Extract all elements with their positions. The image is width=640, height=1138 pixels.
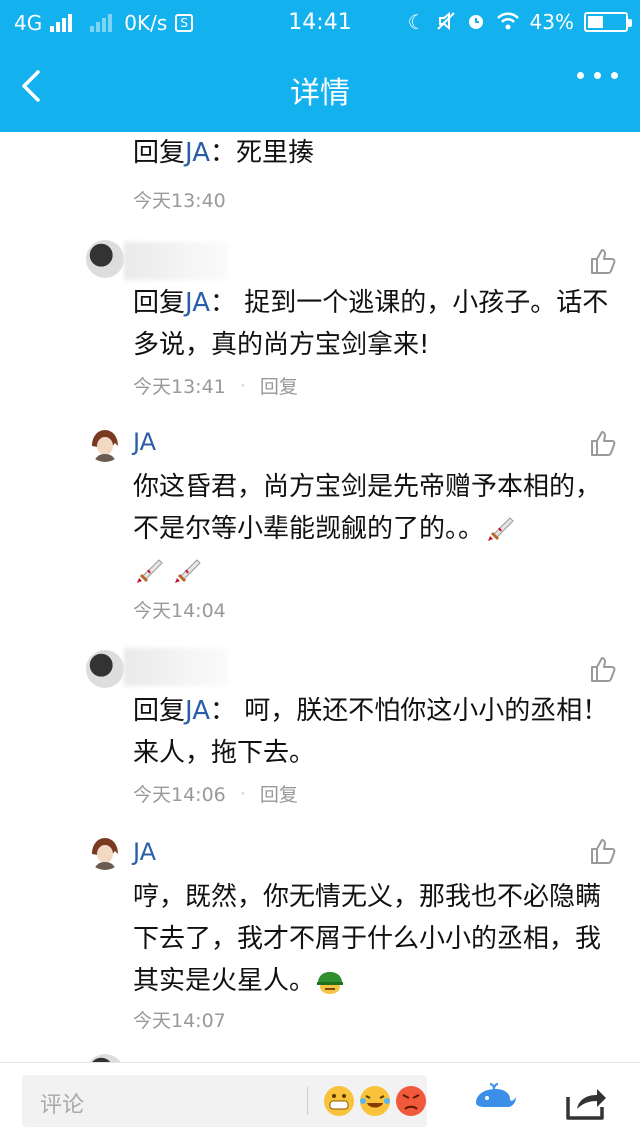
reply-prefix: 回复: [133, 696, 186, 726]
angry-emoji-icon[interactable]: [394, 1084, 428, 1118]
title-bar: 详情: [0, 44, 640, 132]
comment-text: 你这昏君，尚方宝剑是先帝赠予本相的，不是尔等小辈能觊觎的了的。。: [133, 466, 613, 592]
comment-item: [0, 1054, 640, 1062]
comment-item: JA 哼，既然，你无情无义，那我也不必隐瞒下去了，我才不屑于什么小小的丞相，我其…: [0, 830, 640, 1040]
reply-target[interactable]: JA: [185, 288, 210, 318]
avatar[interactable]: [86, 240, 124, 278]
thumbs-up-icon[interactable]: [588, 246, 618, 276]
status-bar: 4G 0K/s S 14:41 ☾ 43%: [0, 0, 640, 44]
grin-emoji-icon[interactable]: [322, 1084, 356, 1118]
thumbs-up-icon[interactable]: [588, 654, 618, 684]
reply-prefix: 回复: [133, 288, 186, 318]
meta-separator: ·: [239, 374, 246, 397]
laugh-cry-emoji-icon[interactable]: [358, 1084, 392, 1118]
sword-emoji-icon: [137, 558, 163, 583]
username-blurred: [124, 648, 228, 686]
comment-meta: 今天14:04: [133, 596, 226, 623]
avatar[interactable]: [86, 650, 124, 688]
page-title: 详情: [290, 76, 350, 111]
reply-target[interactable]: JA: [185, 696, 210, 726]
green-helmet-emoji-icon: [317, 971, 344, 994]
username[interactable]: JA: [133, 838, 156, 866]
avatar[interactable]: [86, 832, 124, 870]
comment-time: 今天14:07: [133, 1010, 226, 1032]
mute-icon: [436, 11, 456, 34]
comment-meta: 今天14:07: [133, 1006, 226, 1033]
emoji-picker[interactable]: [322, 1084, 428, 1118]
reply-button[interactable]: 回复: [260, 780, 298, 807]
comment-item: 回复JA： 捉到一个逃课的，小孩子。话不多说，真的尚方宝剑拿来! 今天13:41…: [0, 238, 640, 408]
username[interactable]: JA: [133, 428, 156, 456]
comment-input[interactable]: 评论: [22, 1075, 427, 1127]
comment-meta: 今天13:41 · 回复: [133, 372, 298, 399]
comment-time: 今天13:40: [133, 190, 226, 212]
comment-meta: 今天14:06 · 回复: [133, 780, 298, 807]
avatar[interactable]: [86, 1054, 124, 1062]
comment-text: 哼，既然，你无情无义，那我也不必隐瞒下去了，我才不屑于什么小小的丞相，我其实是火…: [133, 876, 613, 1002]
avatar[interactable]: [86, 424, 124, 462]
reply-colon: ：: [210, 696, 237, 726]
moon-icon: ☾: [407, 10, 426, 34]
comment-item: JA 你这昏君，尚方宝剑是先帝赠予本相的，不是尔等小辈能觊觎的了的。。 今天14…: [0, 422, 640, 622]
app-header: 4G 0K/s S 14:41 ☾ 43% 详情: [0, 0, 640, 132]
more-dots-icon[interactable]: [577, 72, 618, 79]
comment-body: 你这昏君，尚方宝剑是先帝赠予本相的，不是尔等小辈能觊觎的了的。。: [133, 472, 602, 544]
comment-text: 回复JA： 呵，朕还不怕你这小小的丞相！来人，拖下去。: [133, 690, 613, 774]
battery-percent: 43%: [529, 10, 574, 34]
comment-body: 哼，既然，你无情无义，那我也不必隐瞒下去了，我才不屑于什么小小的丞相，我其实是火…: [133, 882, 602, 996]
comment-item: 回复JA： 呵，朕还不怕你这小小的丞相！来人，拖下去。 今天14:06 · 回复: [0, 644, 640, 814]
thumbs-up-icon[interactable]: [588, 428, 618, 458]
reply-prefix: 回复: [133, 138, 186, 168]
share-icon[interactable]: [565, 1081, 607, 1121]
meta-separator: ·: [239, 782, 246, 805]
comment-time: 今天13:41: [133, 376, 226, 398]
reply-colon: ：: [210, 138, 237, 168]
comment-bar: 评论: [0, 1062, 640, 1138]
comment-list: 回复JA：死里揍 今天13:40 回复JA： 捉到一个逃课的，小孩子。话不多说，…: [0, 132, 640, 1062]
reply-button[interactable]: 回复: [260, 372, 298, 399]
thumbs-up-icon[interactable]: [588, 836, 618, 866]
whale-icon[interactable]: [472, 1083, 518, 1119]
divider: [307, 1087, 308, 1115]
sword-emoji-icon: [488, 516, 514, 541]
wifi-icon: [496, 11, 520, 34]
comment-text: 回复JA： 捉到一个逃课的，小孩子。话不多说，真的尚方宝剑拿来!: [133, 282, 613, 366]
reply-colon: ：: [210, 288, 237, 318]
comment-body: 死里揍: [236, 138, 315, 168]
comment-time: 今天14:04: [133, 600, 226, 622]
comment-item: 回复JA：死里揍 今天13:40: [0, 132, 640, 222]
comment-placeholder: 评论: [40, 1093, 85, 1118]
battery-icon: [584, 12, 632, 32]
alarm-icon: [466, 11, 486, 34]
sword-emoji-icon: [175, 558, 201, 583]
reply-target[interactable]: JA: [185, 138, 210, 168]
comment-text: 回复JA：死里揍: [133, 132, 613, 174]
comment-meta: 今天13:40: [133, 186, 226, 213]
comment-time: 今天14:06: [133, 784, 226, 806]
username-blurred: [124, 242, 228, 280]
